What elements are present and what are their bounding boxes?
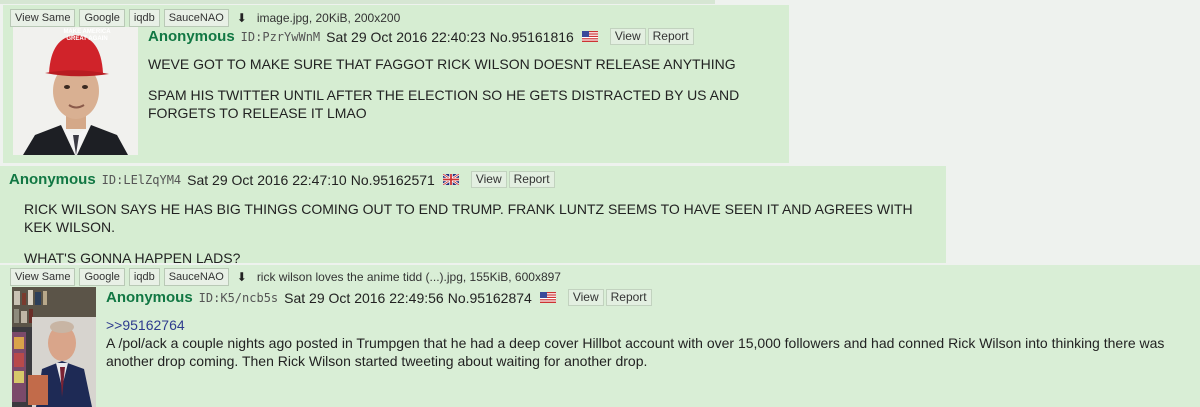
- saucenao-search-button[interactable]: SauceNAO: [163, 268, 229, 286]
- post-message: >>95162764 A /pol/ack a couple nights ag…: [106, 316, 1186, 370]
- file-info[interactable]: rick wilson loves the anime tidd (...).j…: [257, 270, 561, 284]
- poster-id[interactable]: ID:K5/ncb5s: [199, 291, 278, 305]
- poster-id[interactable]: ID:PzrYwWnM: [241, 30, 320, 44]
- uk-flag-icon: [442, 174, 459, 185]
- post-thumbnail[interactable]: [13, 27, 138, 155]
- image-search-toolbar: View Same Google iqdb SauceNAO ⬇ rick wi…: [10, 268, 561, 286]
- post: Anonymous ID:LElZqYM4 Sat 29 Oct 2016 22…: [0, 166, 946, 266]
- post-header: Anonymous ID:LElZqYM4 Sat 29 Oct 2016 22…: [9, 171, 555, 188]
- post: View Same Google iqdb SauceNAO ⬇ image.j…: [3, 5, 789, 163]
- view-same-button[interactable]: View Same: [10, 9, 76, 27]
- poster-name: Anonymous: [9, 171, 96, 188]
- post-number[interactable]: No.95162874: [448, 290, 532, 306]
- post-datetime: Sat 29 Oct 2016 22:47:10: [187, 171, 347, 188]
- hat-text: MAKE AMERICA GREAT AGAIN: [63, 29, 111, 42]
- post: View Same Google iqdb SauceNAO ⬇ rick wi…: [0, 265, 1200, 407]
- report-button[interactable]: Report: [605, 289, 652, 306]
- post-header: Anonymous ID:K5/ncb5s Sat 29 Oct 2016 22…: [106, 289, 652, 306]
- quote-link[interactable]: >>95162764: [106, 316, 1186, 334]
- view-button[interactable]: View: [567, 289, 604, 306]
- poster-name: Anonymous: [106, 289, 193, 306]
- report-button[interactable]: Report: [508, 171, 555, 188]
- saucenao-search-button[interactable]: SauceNAO: [163, 9, 229, 27]
- message-line: A /pol/ack a couple nights ago posted in…: [106, 335, 1165, 369]
- post-number[interactable]: No.95162571: [351, 172, 435, 188]
- message-line: RICK WILSON SAYS HE HAS BIG THINGS COMIN…: [24, 201, 913, 235]
- post-datetime: Sat 29 Oct 2016 22:49:56: [284, 289, 444, 306]
- view-button[interactable]: View: [470, 171, 507, 188]
- iqdb-search-button[interactable]: iqdb: [128, 268, 160, 286]
- previous-post-edge: [0, 0, 715, 4]
- report-button[interactable]: Report: [647, 28, 694, 45]
- post-header: Anonymous ID:PzrYwWnM Sat 29 Oct 2016 22…: [148, 28, 694, 45]
- google-search-button[interactable]: Google: [79, 9, 125, 27]
- view-same-button[interactable]: View Same: [10, 268, 76, 286]
- post-datetime: Sat 29 Oct 2016 22:40:23: [326, 28, 486, 45]
- google-search-button[interactable]: Google: [79, 268, 125, 286]
- us-flag-icon: [539, 292, 556, 303]
- poster-name: Anonymous: [148, 28, 235, 45]
- message-line: WEVE GOT TO MAKE SURE THAT FAGGOT RICK W…: [148, 56, 736, 72]
- message-line: SPAM HIS TWITTER UNTIL AFTER THE ELECTIO…: [148, 87, 740, 121]
- file-info[interactable]: image.jpg, 20KiB, 200x200: [257, 11, 400, 25]
- download-icon[interactable]: ⬇: [237, 270, 247, 284]
- post-number[interactable]: No.95161816: [490, 29, 574, 45]
- download-icon[interactable]: ⬇: [237, 11, 247, 25]
- post-thumbnail[interactable]: [12, 287, 96, 407]
- view-button[interactable]: View: [609, 28, 646, 45]
- image-search-toolbar: View Same Google iqdb SauceNAO ⬇ image.j…: [10, 9, 400, 27]
- post-message: WEVE GOT TO MAKE SURE THAT FAGGOT RICK W…: [148, 55, 778, 122]
- poster-id[interactable]: ID:LElZqYM4: [102, 173, 181, 187]
- iqdb-search-button[interactable]: iqdb: [128, 9, 160, 27]
- us-flag-icon: [581, 31, 598, 42]
- post-message: RICK WILSON SAYS HE HAS BIG THINGS COMIN…: [24, 200, 939, 267]
